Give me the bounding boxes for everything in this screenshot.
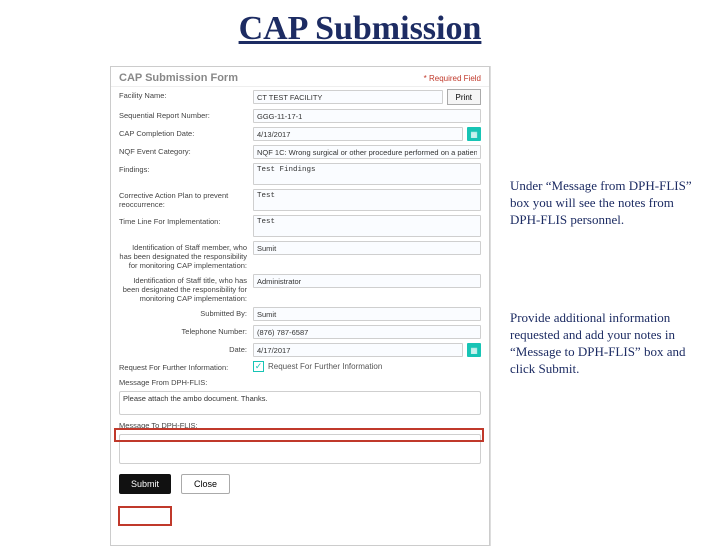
callout-1: Under “Message from DPH-FLIS” box you wi… [510,178,700,229]
label-staff: Identification of Staff member, who has … [119,241,247,270]
label-compdate: CAP Completion Date: [119,127,247,138]
label-nqf: NQF Event Category: [119,145,247,156]
required-label: * Required Field [424,74,481,83]
label-phone: Telephone Number: [119,325,247,336]
findings-textarea[interactable]: Test Findings [253,163,481,185]
facility-input[interactable] [253,90,443,104]
calendar-icon[interactable]: ▦ [467,127,481,141]
seq-input[interactable] [253,109,481,123]
date-input[interactable] [253,343,463,357]
submittedby-input[interactable] [253,307,481,321]
calendar-icon[interactable]: ▦ [467,343,481,357]
print-button[interactable]: Print [447,89,481,105]
label-facility: Facility Name: [119,89,247,100]
cap-form-panel: CAP Submission Form * Required Field Fac… [110,66,490,546]
close-button[interactable]: Close [181,474,230,494]
msgto-textarea[interactable] [119,434,481,464]
nqf-select[interactable] [253,145,481,159]
label-stafftitle: Identification of Staff title, who has b… [119,274,247,303]
slide-title: CAP Submission [0,10,720,48]
label-msgto: Message To DPH-FLIS: [119,419,247,430]
label-submittedby: Submitted By: [119,307,247,318]
label-seq: Sequential Report Number: [119,109,247,120]
label-date: Date: [119,343,247,354]
capplan-textarea[interactable]: Test [253,189,481,211]
rfi-check-label: Request For Further Information [268,362,382,371]
vertical-divider [490,66,491,546]
label-findings: Findings: [119,163,247,174]
label-msgfrom: Message From DPH-FLIS: [119,376,247,387]
label-capplan: Corrective Action Plan to prevent reoccu… [119,189,247,209]
stafftitle-input[interactable] [253,274,481,288]
submit-button[interactable]: Submit [119,474,171,494]
callout-2: Provide additional information requested… [510,310,700,378]
staff-input[interactable] [253,241,481,255]
msgfrom-textarea[interactable]: Please attach the ambo document. Thanks. [119,391,481,415]
compdate-input[interactable] [253,127,463,141]
label-timeline: Time Line For Implementation: [119,215,247,226]
rfi-checkbox[interactable]: ✓ [253,361,264,372]
phone-input[interactable] [253,325,481,339]
label-rfi: Request For Further Information: [119,361,247,372]
timeline-textarea[interactable]: Test [253,215,481,237]
panel-title: CAP Submission Form [119,72,238,84]
